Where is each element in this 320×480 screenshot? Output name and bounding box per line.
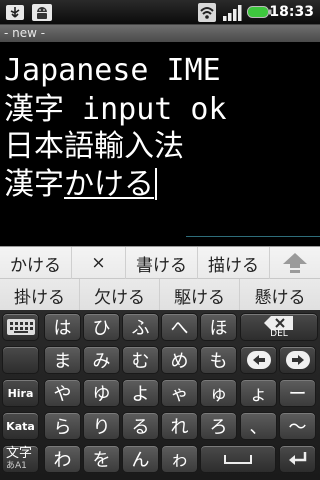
- kana-key[interactable]: ゃ: [161, 379, 198, 407]
- kana-key[interactable]: ょ: [240, 379, 277, 407]
- kana-key[interactable]: ひ: [83, 313, 120, 341]
- kana-key[interactable]: ら: [44, 412, 81, 440]
- android-notification-icon: [32, 4, 52, 21]
- blank-function-key[interactable]: [2, 346, 39, 374]
- text-line-2-kanji: 漢字: [4, 92, 64, 127]
- cursor-right-key[interactable]: [279, 346, 316, 374]
- title-bar: - new -: [0, 25, 320, 42]
- kana-key[interactable]: よ: [122, 379, 159, 407]
- space-key[interactable]: [200, 445, 276, 473]
- kana-key[interactable]: も: [200, 346, 237, 374]
- enter-icon: [288, 452, 306, 465]
- candidate-item[interactable]: 書ける: [126, 247, 198, 279]
- kana-key[interactable]: ん: [122, 445, 159, 473]
- document-title: - new -: [4, 26, 46, 40]
- composing-text: かける: [64, 167, 154, 202]
- delete-key-label: DEL: [270, 329, 288, 339]
- kana-key[interactable]: ゆ: [83, 379, 120, 407]
- space-icon: [224, 455, 252, 464]
- kana-key[interactable]: ほ: [200, 313, 237, 341]
- character-mode-sublabel: あA1: [6, 461, 27, 471]
- right-arrow-icon: [285, 351, 310, 369]
- candidate-item[interactable]: 掛ける: [0, 279, 80, 311]
- kana-key[interactable]: ふ: [122, 313, 159, 341]
- candidate-bar: かける × 書ける 描ける 掛ける 欠ける 駆ける 懸ける: [0, 246, 320, 311]
- kana-key[interactable]: ろ: [200, 412, 237, 440]
- kana-key[interactable]: め: [161, 346, 198, 374]
- kana-key[interactable]: へ: [161, 313, 198, 341]
- committed-text: 漢字: [4, 167, 64, 202]
- enter-key[interactable]: [279, 445, 316, 473]
- line-rule: [186, 236, 320, 237]
- candidate-item[interactable]: 欠ける: [80, 279, 160, 311]
- kana-key[interactable]: る: [122, 412, 159, 440]
- kana-key[interactable]: み: [83, 346, 120, 374]
- candidate-item[interactable]: 描ける: [198, 247, 270, 279]
- up-arrow-icon: [283, 253, 307, 273]
- kana-key[interactable]: れ: [161, 412, 198, 440]
- kana-key[interactable]: む: [122, 346, 159, 374]
- hiragana-mode-key[interactable]: Hira: [2, 379, 39, 407]
- expand-candidates-button[interactable]: [270, 247, 320, 279]
- wifi-icon: [198, 3, 216, 22]
- kana-key[interactable]: わ: [44, 445, 81, 473]
- delete-key[interactable]: DEL: [240, 313, 318, 341]
- candidate-row-2: 掛ける 欠ける 駆ける 懸ける: [0, 279, 320, 311]
- kana-key[interactable]: を: [83, 445, 120, 473]
- kana-key[interactable]: ゅ: [200, 379, 237, 407]
- japanese-keyboard: は ひ ふ へ ほ DEL ま み む め も Hira や ゆ よ ゃ ゅ ょ…: [0, 310, 320, 480]
- candidate-row-1: かける × 書ける 描ける: [0, 247, 320, 279]
- signal-strength-icon: [223, 5, 242, 21]
- kana-key[interactable]: ゎ: [161, 445, 198, 473]
- kana-key[interactable]: は: [44, 313, 81, 341]
- kana-key[interactable]: や: [44, 379, 81, 407]
- battery-icon: [247, 6, 272, 18]
- keyboard-icon: [6, 319, 35, 335]
- candidate-item[interactable]: ×: [72, 247, 126, 279]
- text-line-2-rest: input ok: [64, 92, 227, 127]
- kana-key[interactable]: ー: [279, 379, 316, 407]
- kana-key[interactable]: ま: [44, 346, 81, 374]
- text-line-2: 漢字 input ok: [4, 91, 227, 131]
- clock: 18:33: [269, 4, 314, 20]
- usb-icon: [6, 5, 24, 20]
- text-editor[interactable]: Japanese IME 漢字 input ok 日本語輸入法 漢字かける: [0, 42, 320, 246]
- text-line-4: 漢字かける: [4, 166, 157, 206]
- kana-key[interactable]: 、: [240, 412, 277, 440]
- katakana-mode-key[interactable]: Kata: [2, 412, 39, 440]
- keyboard-settings-key[interactable]: [2, 313, 39, 341]
- status-bar: 18:33: [0, 0, 320, 25]
- candidate-item[interactable]: 懸ける: [240, 279, 320, 311]
- kana-key[interactable]: 〜: [279, 412, 316, 440]
- cursor-left-key[interactable]: [240, 346, 277, 374]
- kana-key[interactable]: り: [83, 412, 120, 440]
- character-mode-key[interactable]: 文字 あA1: [2, 445, 39, 473]
- text-line-1: Japanese IME: [4, 53, 221, 88]
- text-cursor: [155, 168, 157, 200]
- left-arrow-icon: [246, 351, 271, 369]
- candidate-item[interactable]: かける: [0, 247, 72, 279]
- candidate-item[interactable]: 駆ける: [160, 279, 240, 311]
- text-line-3: 日本語輸入法: [4, 129, 184, 164]
